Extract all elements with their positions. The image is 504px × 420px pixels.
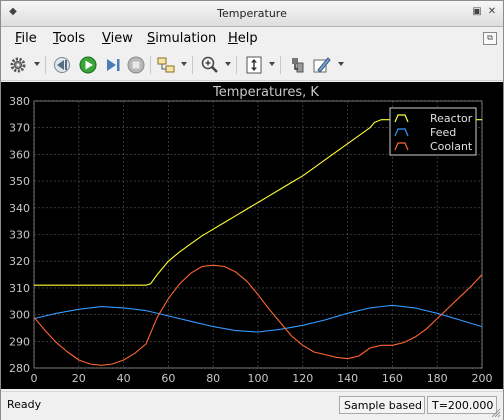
toolbar-separator — [45, 56, 46, 74]
toolbar-separator — [236, 56, 237, 74]
y-tick-label: 370 — [9, 122, 30, 135]
legend-label: Reactor — [430, 112, 473, 125]
scale-axes-icon[interactable] — [243, 54, 265, 76]
x-tick-label: 60 — [161, 372, 175, 385]
x-tick-label: 160 — [382, 372, 403, 385]
menu-bar: File Tools View Simulation Help ⧉ — [1, 27, 503, 49]
y-tick-label: 280 — [9, 362, 30, 375]
toolbar-separator — [150, 56, 151, 74]
style-icon[interactable] — [311, 54, 333, 76]
restore-icon[interactable]: ⧉ — [483, 32, 497, 45]
menu-file[interactable]: File — [15, 31, 37, 46]
menu-help[interactable]: Help — [228, 31, 258, 46]
x-tick-label: 20 — [72, 372, 86, 385]
run-icon[interactable] — [77, 54, 99, 76]
step-forward-icon[interactable] — [101, 54, 123, 76]
step-back-icon[interactable] — [51, 54, 73, 76]
resize-grip-icon[interactable] — [491, 408, 501, 418]
y-tick-label: 290 — [9, 335, 30, 348]
status-bar: Ready Sample based T=200.000 — [1, 391, 503, 420]
title-bar[interactable]: ◆ Temperature ▣ ✕ — [1, 1, 503, 27]
x-tick-label: 100 — [248, 372, 269, 385]
y-tick-label: 360 — [9, 148, 30, 161]
zoom-dropdown-icon[interactable] — [225, 62, 231, 66]
simulation-time-field: T=200.000 — [427, 396, 497, 414]
plot-panel: 0 20 40 60 80 100 120 140 160 180 200 280 290 300 310 3… — [1, 82, 503, 389]
toolbar-separator — [280, 56, 281, 74]
settings-icon[interactable] — [7, 54, 29, 76]
legend-label: Coolant — [430, 140, 473, 153]
x-tick-label: 180 — [427, 372, 448, 385]
y-tick-label: 300 — [9, 309, 30, 322]
legend[interactable]: ReactorFeedCoolant — [389, 107, 477, 156]
settings-dropdown-icon[interactable] — [34, 62, 40, 66]
maximize-icon[interactable]: ▣ — [471, 6, 483, 18]
menu-tools[interactable]: Tools — [53, 31, 85, 46]
y-tick-label: 310 — [9, 282, 30, 295]
y-tick-label: 350 — [9, 175, 30, 188]
x-tick-label: 0 — [31, 372, 38, 385]
sample-mode-field: Sample based — [339, 396, 425, 414]
x-tick-label: 120 — [292, 372, 313, 385]
toolbar-separator — [192, 56, 193, 74]
y-tick-label: 320 — [9, 255, 30, 268]
chart-title: Temperatures, K — [212, 85, 319, 100]
window-title: Temperature — [217, 7, 287, 20]
legend-label: Feed — [430, 126, 456, 139]
scale-dropdown-icon[interactable] — [269, 62, 275, 66]
toolbar — [1, 50, 503, 81]
zoom-icon[interactable] — [199, 54, 221, 76]
stop-icon[interactable] — [125, 54, 147, 76]
menu-simulation[interactable]: Simulation — [147, 31, 216, 46]
y-tick-label: 380 — [9, 95, 30, 108]
highlight-block-icon[interactable] — [155, 54, 177, 76]
x-tick-label: 140 — [337, 372, 358, 385]
temperature-chart[interactable]: 0 20 40 60 80 100 120 140 160 180 200 280 290 300 310 3… — [1, 82, 503, 389]
highlight-dropdown-icon[interactable] — [181, 62, 187, 66]
menu-view[interactable]: View — [102, 31, 133, 46]
x-tick-label: 200 — [472, 372, 493, 385]
y-tick-label: 330 — [9, 229, 30, 242]
x-tick-label: 40 — [117, 372, 131, 385]
x-tick-label: 80 — [206, 372, 220, 385]
close-icon[interactable]: ✕ — [486, 6, 498, 18]
save-axes-limits-icon[interactable] — [287, 54, 309, 76]
status-text: Ready — [7, 398, 42, 411]
style-dropdown-icon[interactable] — [338, 62, 344, 66]
y-tick-label: 340 — [9, 202, 30, 215]
scope-window: ◆ Temperature ▣ ✕ File Tools View Simula… — [0, 0, 504, 420]
